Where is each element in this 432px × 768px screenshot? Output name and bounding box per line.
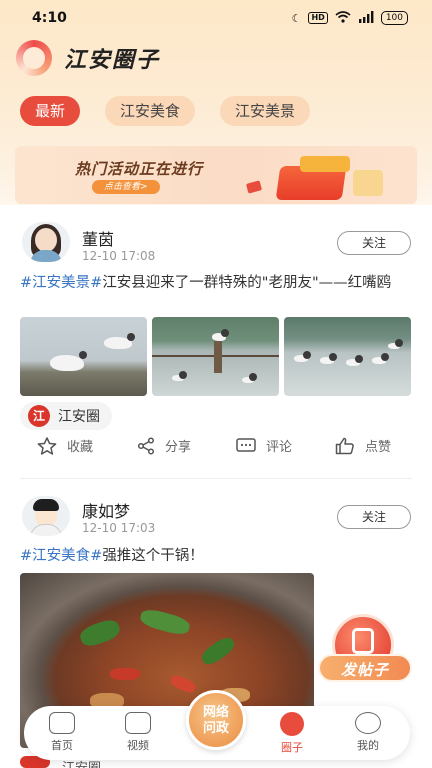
hd-icon: HD [308,12,328,24]
video-icon [125,712,151,734]
gull-figure [388,339,403,349]
gift-package-icon [353,170,383,196]
post-divider [20,478,412,479]
center-label-line1: 网络 [202,705,229,720]
post-username[interactable]: 康如梦 [82,498,130,522]
vegetable-figure [138,606,192,638]
banner-title: 热门活动正在进行 [75,160,204,178]
comment-icon [236,437,256,452]
post-figure [214,341,222,373]
tab-latest[interactable]: 最新 [20,96,81,126]
post-time: 12-10 17:08 [82,249,156,263]
circle-logo-icon: 江 [28,405,50,427]
avatar-hair [33,499,59,511]
document-icon [352,628,374,654]
post-topic-tag[interactable]: #江安美食# [20,548,102,564]
battery-icon: 100 [380,11,408,25]
post-topic-tag[interactable]: #江安美景# [20,275,102,291]
nav-item-video[interactable]: 视频 [108,712,168,753]
favorite-button[interactable]: 收藏 [37,436,93,455]
banner-cta-button[interactable]: 点击查看> [92,180,160,194]
post-photo[interactable] [20,317,147,396]
favorite-label: 收藏 [67,440,94,455]
new-post-button[interactable]: 发帖子 [318,614,412,684]
wifi-icon [335,10,351,26]
nav-item-label: 首页 [51,739,73,752]
avatar-face [35,228,57,252]
follow-button[interactable]: 关注 [337,231,411,255]
bottom-nav: 首页 视频 网络 问政 圈子 我的 [24,690,410,760]
avatar-body [30,524,62,536]
gull-figure [50,351,87,371]
star-icon [37,436,57,455]
status-icons: ☾ HD 100 [291,10,408,26]
tab-jiangan-food[interactable]: 江安美食 [105,96,196,126]
app-title: 江安圈子 [64,48,161,73]
circle-icon [280,712,304,736]
comment-label: 评论 [266,440,293,455]
nav-item-profile[interactable]: 我的 [338,712,398,753]
avatar[interactable] [22,222,70,262]
online-petition-button[interactable]: 网络 问政 [186,690,246,750]
gull-figure [372,353,389,364]
nav-item-circle[interactable]: 圈子 [262,712,322,755]
gull-figure [294,351,311,362]
post-photo[interactable] [152,317,279,396]
pepper-figure [110,668,140,680]
gull-figure [172,371,187,381]
nav-item-label: 视频 [127,739,149,752]
comment-button[interactable]: 评论 [236,436,292,455]
center-label-line2: 问政 [202,721,229,736]
gull-figure [242,373,257,383]
status-time: 4:10 [32,10,67,26]
post-photo[interactable] [284,317,411,396]
share-button[interactable]: 分享 [137,436,191,455]
home-icon [49,712,75,734]
post-body: 强推这个干锅！ [102,548,204,564]
gift-decoration-icon [245,180,263,194]
nav-item-home[interactable]: 首页 [32,712,92,753]
vegetable-figure [77,616,123,650]
thumbs-up-icon [335,437,354,454]
share-label: 分享 [165,440,192,455]
gull-figure [320,353,337,364]
moon-icon: ☾ [291,11,302,25]
gift-lid-icon [300,156,350,172]
circle-tag[interactable]: 江 江安圈 [20,402,112,430]
signal-icon [358,10,374,26]
post-actions: 收藏 分享 评论 点赞 [0,436,432,466]
promo-banner[interactable]: 热门活动正在进行 点击查看> [15,146,417,204]
post-body: 江安县迎来了一群特殊的"老朋友"——红嘴鸥 [102,275,392,291]
nav-item-label: 圈子 [281,741,303,754]
vegetable-figure [198,634,238,668]
gull-figure [104,333,135,349]
follow-button[interactable]: 关注 [337,505,411,529]
share-icon [137,436,155,455]
circle-tag-label: 江安圈 [58,409,100,425]
avatar[interactable] [22,496,70,536]
status-bar: 4:10 ☾ HD 100 [0,0,432,36]
nav-item-label: 我的 [357,739,379,752]
app-logo-icon [16,40,52,76]
gull-figure [346,355,363,366]
new-post-label: 发帖子 [318,654,412,682]
gull-figure [212,329,229,341]
category-tabs: 最新 江安美食 江安美景 [20,96,311,126]
pepper-figure [168,673,198,695]
post-username[interactable]: 董茵 [82,226,114,250]
post-text[interactable]: #江安美景#江安县迎来了一群特殊的"老朋友"——红嘴鸥 [20,272,412,294]
like-label: 点赞 [365,440,392,455]
post-time: 12-10 17:03 [82,521,156,535]
profile-icon [355,712,381,734]
like-button[interactable]: 点赞 [335,436,391,455]
app-header: 江安圈子 [16,38,160,78]
tab-jiangan-scenery[interactable]: 江安美景 [220,96,311,126]
post-text[interactable]: #江安美食#强推这个干锅！ [20,545,412,567]
